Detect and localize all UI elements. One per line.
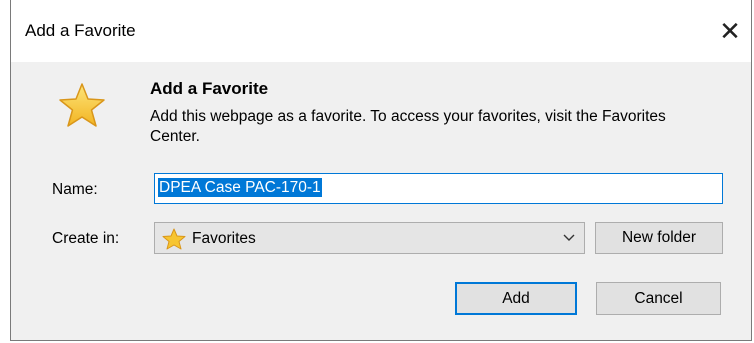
add-button[interactable]: Add [455, 282, 577, 315]
new-folder-button[interactable]: New folder [595, 222, 723, 254]
create-in-label: Create in: [52, 230, 120, 247]
close-icon: ✕ [719, 15, 741, 46]
cancel-button[interactable]: Cancel [596, 282, 721, 315]
title-bar: Add a Favorite ✕ [11, 0, 751, 62]
star-icon [59, 83, 105, 127]
create-in-dropdown[interactable]: Favorites [154, 222, 585, 254]
name-input[interactable]: DPEA Case PAC-170-1 [154, 173, 723, 204]
folder-star-icon [162, 228, 186, 250]
header-description: Add this webpage as a favorite. To acces… [150, 108, 666, 145]
add-favorite-dialog: Add a Favorite ✕ Add a Favorite Add this… [10, 0, 752, 341]
window-title: Add a Favorite [25, 21, 136, 40]
chevron-down-icon [563, 234, 575, 241]
name-label: Name: [52, 181, 98, 198]
create-in-value: Favorites [192, 230, 256, 247]
header-title: Add a Favorite [150, 79, 269, 98]
name-input-value: DPEA Case PAC-170-1 [158, 178, 322, 197]
close-button[interactable]: ✕ [709, 10, 751, 52]
